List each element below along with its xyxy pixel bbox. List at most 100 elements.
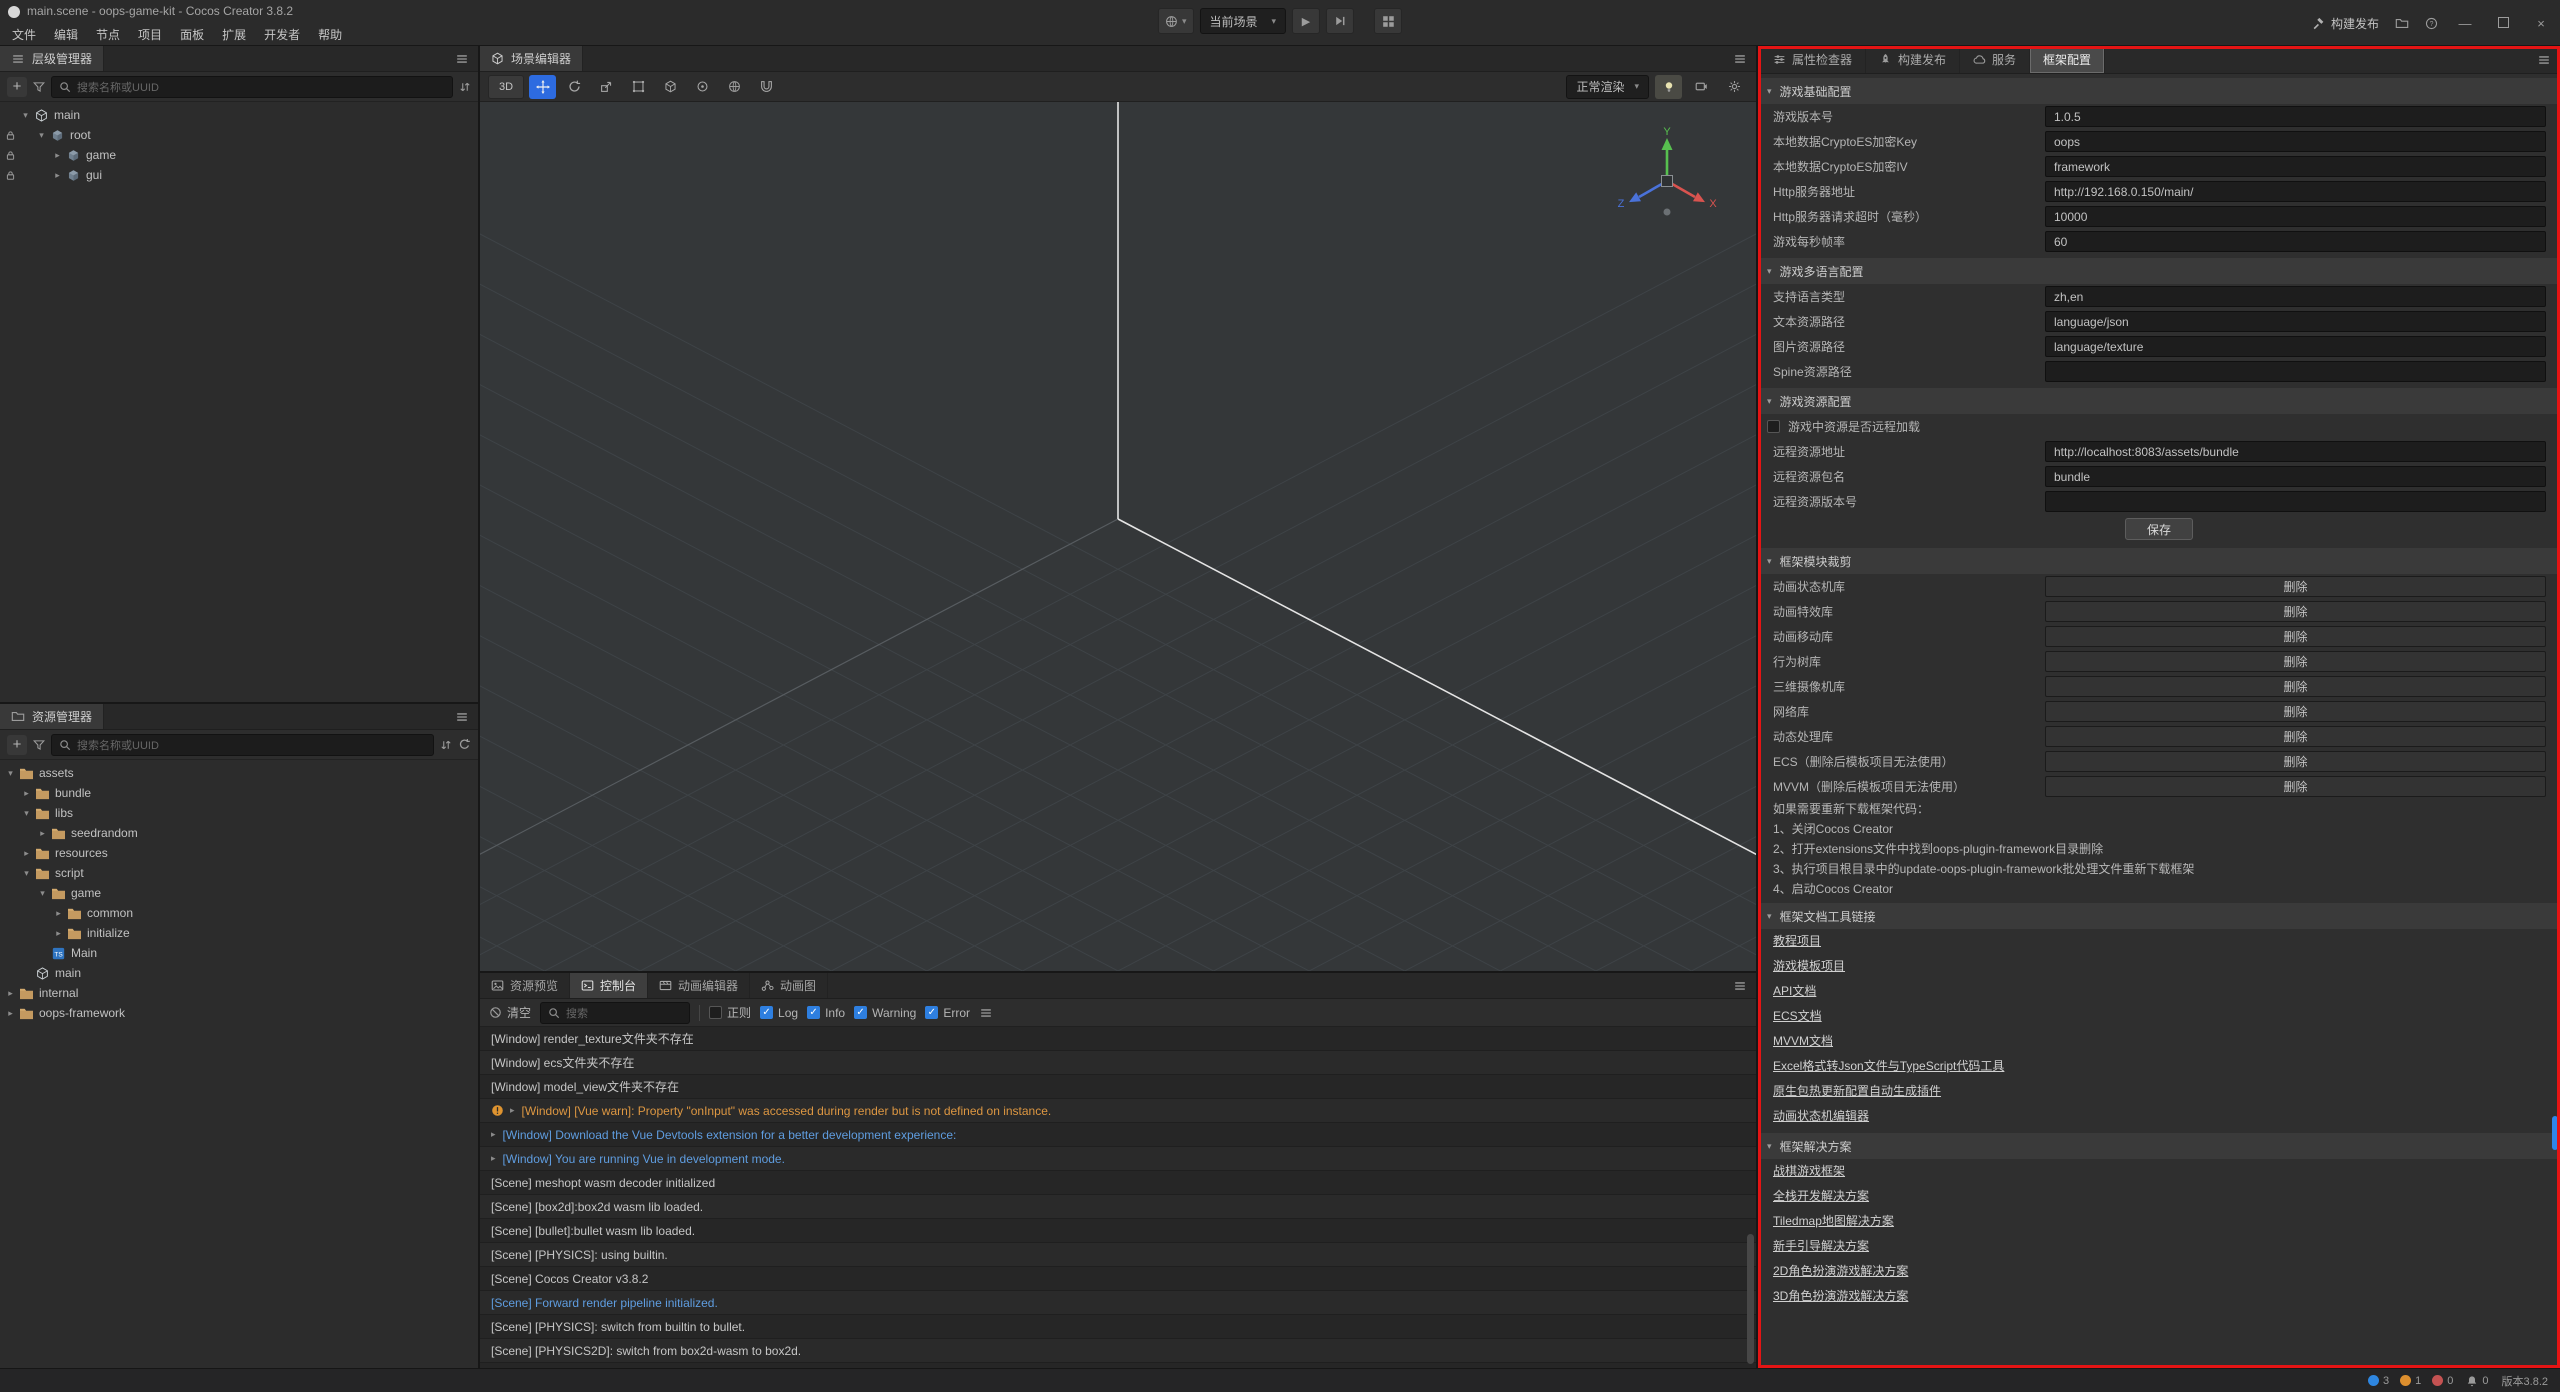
inspector-scrollbar[interactable] bbox=[2552, 1116, 2558, 1150]
error-count[interactable]: 0 bbox=[2432, 1375, 2453, 1387]
doc-link[interactable]: 动画状态机编辑器 bbox=[1758, 1104, 2560, 1129]
lock-icon[interactable] bbox=[3, 130, 18, 141]
doc-link[interactable]: MVVM文档 bbox=[1758, 1029, 2560, 1054]
hierarchy-panel-tab[interactable]: 层级管理器 bbox=[0, 46, 104, 71]
tree-arrow-icon[interactable]: ▾ bbox=[19, 868, 34, 879]
delete-button[interactable]: 删除 bbox=[2045, 751, 2546, 772]
gizmo-cube[interactable] bbox=[1662, 176, 1673, 187]
expand-arrow-icon[interactable]: ▸ bbox=[491, 1153, 496, 1164]
delete-button[interactable]: 删除 bbox=[2045, 701, 2546, 722]
asset-tree-item[interactable]: TSMain bbox=[0, 943, 478, 963]
log-row[interactable]: ▸[Window] Download the Vue Devtools exte… bbox=[480, 1123, 1756, 1147]
inspector-menu-icon[interactable] bbox=[2528, 46, 2560, 73]
expand-arrow-icon[interactable]: ▸ bbox=[510, 1105, 515, 1116]
sort-icon[interactable] bbox=[459, 81, 471, 93]
tree-arrow-icon[interactable]: ▸ bbox=[3, 1008, 18, 1019]
asset-tree-item[interactable]: ▸common bbox=[0, 903, 478, 923]
field-input[interactable]: 1.0.5 bbox=[2045, 106, 2546, 127]
log-row[interactable]: ▸[Window] You are running Vue in develop… bbox=[480, 1147, 1756, 1171]
log-row[interactable]: [Scene] [PHYSICS]: switch from builtin t… bbox=[480, 1315, 1756, 1339]
maximize-button[interactable] bbox=[2492, 16, 2514, 31]
field-input[interactable]: oops bbox=[2045, 131, 2546, 152]
assets-panel-tab[interactable]: 资源管理器 bbox=[0, 704, 104, 729]
tree-arrow-icon[interactable]: ▾ bbox=[35, 888, 50, 899]
doc-link[interactable]: 2D角色扮演游戏解决方案 bbox=[1758, 1259, 2560, 1284]
delete-button[interactable]: 删除 bbox=[2045, 776, 2546, 797]
doc-link[interactable]: 教程项目 bbox=[1758, 929, 2560, 954]
assets-search-input[interactable]: 搜索名称或UUID bbox=[51, 734, 434, 756]
inspector-tab[interactable]: 属性检查器 bbox=[1760, 46, 1866, 73]
delete-button[interactable]: 删除 bbox=[2045, 651, 2546, 672]
log-row[interactable]: [Scene] [box2d]:box2d wasm lib loaded. bbox=[480, 1195, 1756, 1219]
asset-tree-item[interactable]: ▸internal bbox=[0, 983, 478, 1003]
camera-preview[interactable] bbox=[1688, 75, 1715, 99]
tree-arrow-icon[interactable]: ▸ bbox=[19, 788, 34, 799]
section-header[interactable]: ▾游戏资源配置 bbox=[1758, 388, 2560, 414]
menu-item[interactable]: 开发者 bbox=[255, 23, 309, 46]
add-node-button[interactable]: + bbox=[7, 77, 27, 97]
tree-arrow-icon[interactable]: ▸ bbox=[50, 170, 65, 181]
log-row[interactable]: ▸[Window] [Vue warn]: Property "onInput"… bbox=[480, 1099, 1756, 1123]
console-search-input[interactable]: 搜索 bbox=[540, 1002, 690, 1024]
collapse-all-icon[interactable] bbox=[440, 739, 452, 751]
field-input[interactable]: http://192.168.0.150/main/ bbox=[2045, 181, 2546, 202]
clear-console-button[interactable]: 清空 bbox=[489, 1004, 531, 1021]
close-button[interactable]: × bbox=[2530, 16, 2552, 31]
tree-arrow-icon[interactable]: ▾ bbox=[19, 808, 34, 819]
log-row[interactable]: [Scene] meshopt wasm decoder initialized bbox=[480, 1171, 1756, 1195]
render-mode-select[interactable]: 正常渲染▾ bbox=[1566, 75, 1649, 99]
asset-tree-item[interactable]: ▾libs bbox=[0, 803, 478, 823]
play-button[interactable]: ▶ bbox=[1292, 8, 1320, 34]
regex-toggle[interactable]: 正则 bbox=[709, 1004, 751, 1021]
warning-count[interactable]: 1 bbox=[2400, 1375, 2421, 1387]
menu-item[interactable]: 编辑 bbox=[45, 23, 87, 46]
tree-arrow-icon[interactable]: ▾ bbox=[3, 768, 18, 779]
doc-link[interactable]: 全栈开发解决方案 bbox=[1758, 1184, 2560, 1209]
asset-tree-item[interactable]: ▾game bbox=[0, 883, 478, 903]
delete-button[interactable]: 删除 bbox=[2045, 626, 2546, 647]
log-row[interactable]: [Window] ecs文件夹不存在 bbox=[480, 1051, 1756, 1075]
filter-icon[interactable] bbox=[33, 81, 45, 93]
rect-tool[interactable] bbox=[625, 75, 652, 99]
hierarchy-tree-item[interactable]: ▾main bbox=[0, 105, 478, 125]
view-settings[interactable] bbox=[1721, 75, 1748, 99]
axis-gizmo[interactable]: Y X Z bbox=[1612, 126, 1722, 236]
delete-button[interactable]: 删除 bbox=[2045, 576, 2546, 597]
section-header[interactable]: ▾框架文档工具链接 bbox=[1758, 903, 2560, 929]
remote-load-checkbox[interactable] bbox=[1767, 420, 1780, 433]
transform-tool[interactable] bbox=[657, 75, 684, 99]
section-header[interactable]: ▾框架模块裁剪 bbox=[1758, 548, 2560, 574]
doc-link[interactable]: API文档 bbox=[1758, 979, 2560, 1004]
section-header[interactable]: ▾游戏基础配置 bbox=[1758, 78, 2560, 104]
field-input[interactable]: language/texture bbox=[2045, 336, 2546, 357]
doc-link[interactable]: 3D角色扮演游戏解决方案 bbox=[1758, 1284, 2560, 1309]
field-input[interactable]: zh,en bbox=[2045, 286, 2546, 307]
scene-panel-tab[interactable]: 场景编辑器 bbox=[480, 46, 583, 71]
menu-item[interactable]: 帮助 bbox=[309, 23, 351, 46]
menu-item[interactable]: 节点 bbox=[87, 23, 129, 46]
doc-link[interactable]: ECS文档 bbox=[1758, 1004, 2560, 1029]
filter-error[interactable]: ✓Error bbox=[925, 1006, 970, 1020]
minimize-button[interactable]: — bbox=[2454, 16, 2476, 31]
menu-item[interactable]: 扩展 bbox=[213, 23, 255, 46]
console-settings-icon[interactable] bbox=[979, 1006, 993, 1020]
light-toggle[interactable] bbox=[1655, 75, 1682, 99]
hierarchy-search-input[interactable]: 搜索名称或UUID bbox=[51, 76, 453, 98]
build-publish-button[interactable]: 构建发布 bbox=[2312, 15, 2379, 32]
help-icon[interactable]: ? bbox=[2425, 17, 2438, 30]
field-input[interactable]: language/json bbox=[2045, 311, 2546, 332]
tree-arrow-icon[interactable]: ▾ bbox=[18, 110, 33, 121]
doc-link[interactable]: 新手引导解决方案 bbox=[1758, 1234, 2560, 1259]
log-row[interactable]: [Scene] [bullet]:bullet wasm lib loaded. bbox=[480, 1219, 1756, 1243]
log-row[interactable]: [Window] render_texture文件夹不存在 bbox=[480, 1027, 1756, 1051]
tree-arrow-icon[interactable]: ▸ bbox=[50, 150, 65, 161]
tree-arrow-icon[interactable]: ▸ bbox=[3, 988, 18, 999]
hierarchy-tree-item[interactable]: ▾root bbox=[0, 125, 478, 145]
menu-item[interactable]: 面板 bbox=[171, 23, 213, 46]
filter-info[interactable]: ✓Info bbox=[807, 1006, 845, 1020]
asset-tree-item[interactable]: main bbox=[0, 963, 478, 983]
field-input[interactable]: 60 bbox=[2045, 231, 2546, 252]
menu-item[interactable]: 项目 bbox=[129, 23, 171, 46]
scene-viewport[interactable]: Y X Z bbox=[480, 102, 1756, 971]
move-tool[interactable] bbox=[529, 75, 556, 99]
